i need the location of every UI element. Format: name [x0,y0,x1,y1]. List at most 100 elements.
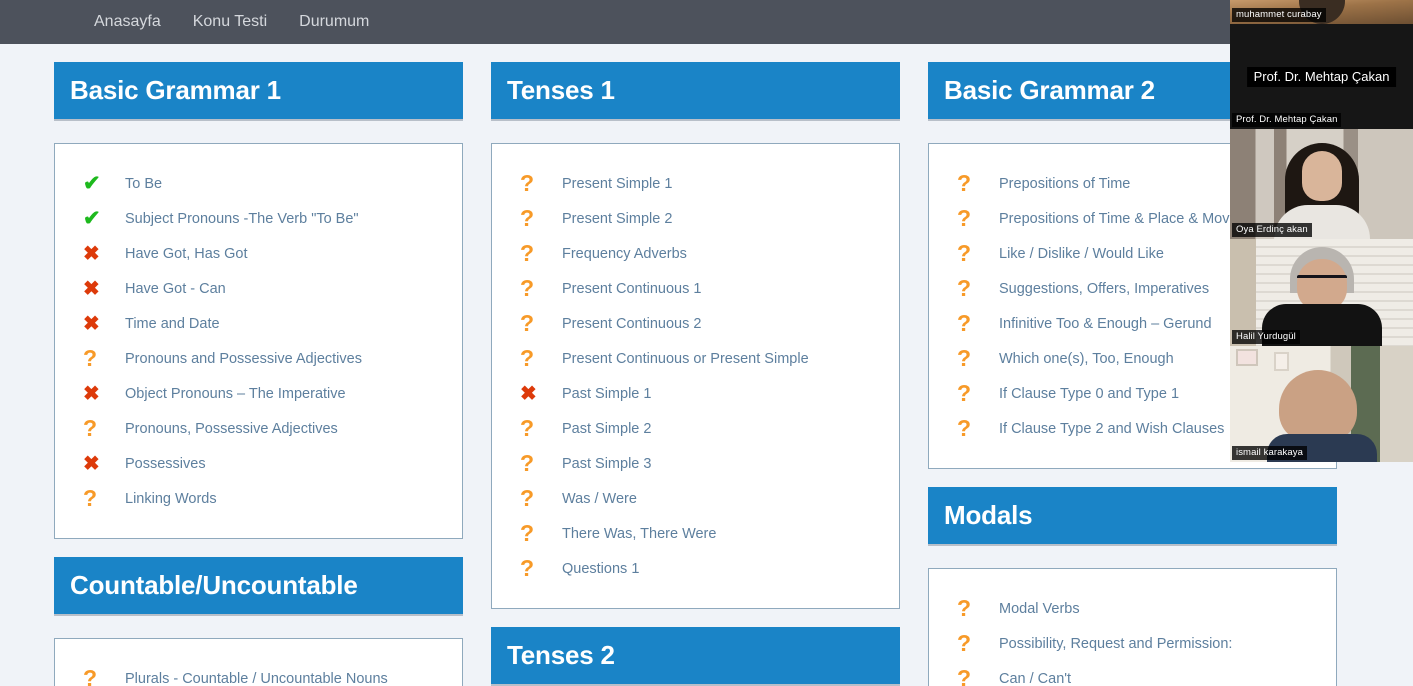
list-item-label[interactable]: Possessives [125,456,206,472]
list-item[interactable]: ? There Was, There Were [504,516,887,551]
question-icon: ? [957,665,972,686]
list-item-label[interactable]: There Was, There Were [562,526,716,542]
panel-tenses-1: Tenses 1 ? Present Simple 1 ? Present Simp… [491,62,900,610]
list-item-label[interactable]: Was / Were [562,491,637,507]
participant-name-label: Halil Yurdugül [1232,330,1300,344]
list-item-label[interactable]: Present Continuous 2 [562,316,701,332]
list-item[interactable]: ? Past Simple 2 [504,411,887,446]
list-item-label[interactable]: Questions 1 [562,561,639,577]
video-tile-participant[interactable]: Prof. Dr. Mehtap Çakan Prof. Dr. Mehtap … [1230,24,1413,129]
list-item[interactable]: ✔ To Be [67,166,450,201]
list-item[interactable]: ? Pronouns, Possessive Adjectives [67,411,450,446]
list-item-label[interactable]: Pronouns and Possessive Adjectives [125,351,362,367]
list-item[interactable]: ? Present Continuous 2 [504,306,887,341]
list-item-label[interactable]: Like / Dislike / Would Like [999,246,1164,262]
list-item[interactable]: ? Frequency Adverbs [504,236,887,271]
list-item-label[interactable]: Present Simple 2 [562,211,672,227]
video-tile-participant[interactable]: ismail karakaya [1230,346,1413,462]
list-item[interactable]: ? Present Simple 2 [504,201,887,236]
panel-list: ? Present Simple 1 ? Present Simple 2 ? Fre… [491,143,900,610]
nav-link-durumum[interactable]: Durumum [283,0,385,44]
panel-title: Modals [928,487,1337,547]
list-item-label[interactable]: Frequency Adverbs [562,246,687,262]
question-icon: ? [520,310,535,337]
list-item[interactable]: ? Plurals - Countable / Uncountable Nouns [67,661,450,686]
check-icon: ✔ [83,207,101,231]
list-item-label[interactable]: Past Simple 3 [562,456,651,472]
list-item[interactable]: ? Modal Verbs [941,591,1324,626]
list-item-label[interactable]: Suggestions, Offers, Imperatives [999,281,1209,297]
list-item-label[interactable]: Pronouns, Possessive Adjectives [125,421,338,437]
list-item[interactable]: ? Possibility, Request and Permission: [941,626,1324,661]
list-item-label[interactable]: Present Continuous 1 [562,281,701,297]
video-tile-participant[interactable]: muhammet curabay [1230,0,1413,24]
question-icon: ? [520,275,535,302]
list-item-label[interactable]: Present Simple 1 [562,176,672,192]
list-item-label[interactable]: If Clause Type 0 and Type 1 [999,386,1179,402]
question-icon: ? [957,415,972,442]
list-item[interactable]: ? Past Simple 3 [504,446,887,481]
video-tile-participant[interactable]: Oya Erdinç akan [1230,129,1413,239]
list-item[interactable]: ✖ Past Simple 1 [504,376,887,411]
list-item[interactable]: ✖ Time and Date [67,306,450,341]
list-item[interactable]: ? Questions 1 [504,551,887,586]
cross-icon: ✖ [83,312,100,335]
panel-title: Tenses 2 [491,627,900,686]
panel-title: Countable/Uncountable [54,557,463,617]
list-item-label[interactable]: To Be [125,176,162,192]
list-item-label[interactable]: Have Got - Can [125,281,226,297]
page-content: Basic Grammar 1 ✔ To Be ✔ Subject Pronouns… [0,44,1413,686]
list-item-label[interactable]: Possibility, Request and Permission: [999,636,1232,652]
list-item-label[interactable]: Infinitive Too & Enough – Gerund [999,316,1212,332]
question-icon: ? [957,170,972,197]
question-icon: ? [957,310,972,337]
list-item[interactable]: ? Present Simple 1 [504,166,887,201]
list-item-label[interactable]: Linking Words [125,491,217,507]
list-item[interactable]: ✖ Possessives [67,446,450,481]
question-icon: ? [957,240,972,267]
nav-link-anasayfa[interactable]: Anasayfa [78,0,177,44]
list-item-label[interactable]: Which one(s), Too, Enough [999,351,1174,367]
top-navbar: Anasayfa Konu Testi Durumum Çıkış [0,0,1413,44]
panel-basic-grammar-1: Basic Grammar 1 ✔ To Be ✔ Subject Pronouns… [54,62,463,540]
list-item[interactable]: ✖ Have Got - Can [67,271,450,306]
participant-name-label: Oya Erdinç akan [1232,223,1312,237]
panel-title: Basic Grammar 1 [54,62,463,122]
list-item-label[interactable]: Time and Date [125,316,220,332]
list-item-label[interactable]: Can / Can't [999,671,1071,686]
list-item[interactable]: ? Can / Can't [941,661,1324,686]
question-icon: ? [520,485,535,512]
list-item[interactable]: ? Present Continuous 1 [504,271,887,306]
question-icon: ? [83,345,98,372]
panel-modals: Modals ? Modal Verbs ? Possibility, Reques… [928,487,1337,686]
video-tile-participant[interactable]: Halil Yurdugül [1230,239,1413,346]
panel-list: ✔ To Be ✔ Subject Pronouns -The Verb "To B… [54,143,463,540]
list-item-label[interactable]: Object Pronouns – The Imperative [125,386,346,402]
panel-columns: Basic Grammar 1 ✔ To Be ✔ Subject Pronouns… [0,62,1413,686]
list-item[interactable]: ✖ Have Got, Has Got [67,236,450,271]
list-item[interactable]: ✔ Subject Pronouns -The Verb "To Be" [67,201,450,236]
question-icon: ? [520,415,535,442]
list-item-label[interactable]: Past Simple 1 [562,386,651,402]
list-item[interactable]: ? Pronouns and Possessive Adjectives [67,341,450,376]
list-item-label[interactable]: Past Simple 2 [562,421,651,437]
list-item-label[interactable]: Subject Pronouns -The Verb "To Be" [125,211,359,227]
list-item[interactable]: ? Linking Words [67,481,450,516]
list-item-label[interactable]: Have Got, Has Got [125,246,248,262]
cross-icon: ✖ [83,452,100,475]
list-item-label[interactable]: Plurals - Countable / Uncountable Nouns [125,671,388,686]
navbar-links: Anasayfa Konu Testi Durumum [78,0,385,44]
video-conference-panel[interactable]: muhammet curabay Prof. Dr. Mehtap Çakan … [1230,0,1413,462]
list-item-label[interactable]: Present Continuous or Present Simple [562,351,809,367]
list-item[interactable]: ? Present Continuous or Present Simple [504,341,887,376]
question-icon: ? [520,345,535,372]
list-item-label[interactable]: Prepositions of Time [999,176,1130,192]
list-item-label[interactable]: Modal Verbs [999,601,1080,617]
panel-title: Tenses 1 [491,62,900,122]
nav-link-konu-testi[interactable]: Konu Testi [177,0,283,44]
question-icon: ? [957,275,972,302]
list-item[interactable]: ✖ Object Pronouns – The Imperative [67,376,450,411]
question-icon: ? [83,485,98,512]
list-item[interactable]: ? Was / Were [504,481,887,516]
list-item-label[interactable]: If Clause Type 2 and Wish Clauses [999,421,1224,437]
